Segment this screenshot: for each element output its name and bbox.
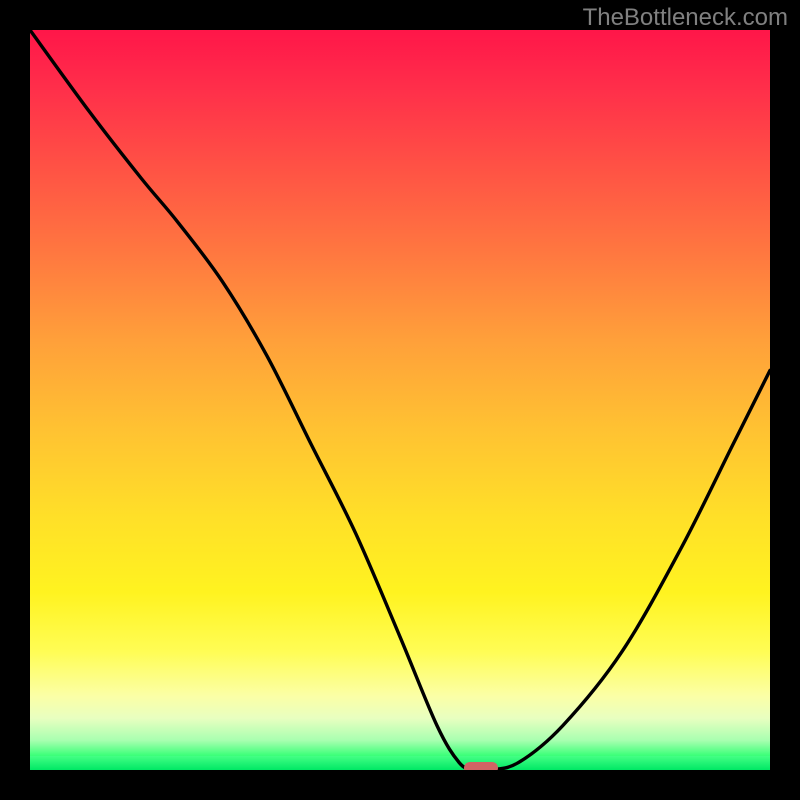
bottleneck-curve <box>30 30 770 770</box>
chart-frame: TheBottleneck.com <box>0 0 800 800</box>
optimum-marker <box>464 762 498 770</box>
plot-area <box>30 30 770 770</box>
watermark-text: TheBottleneck.com <box>583 4 788 32</box>
